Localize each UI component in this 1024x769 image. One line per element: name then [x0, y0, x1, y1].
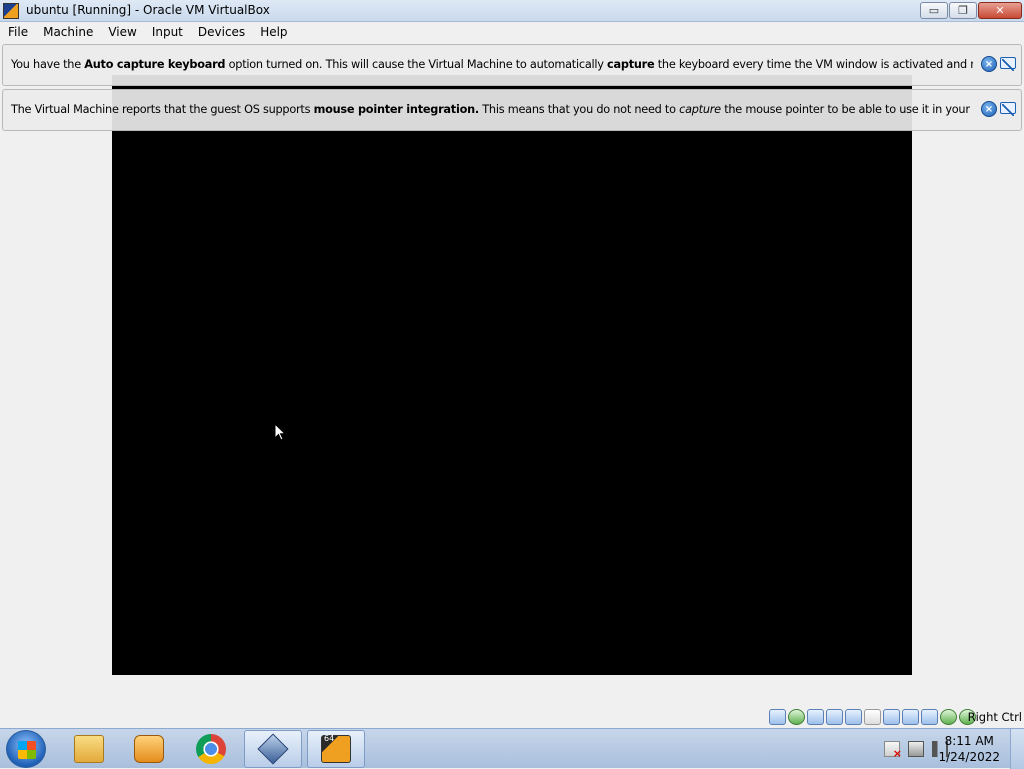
vm-display-area: You have the Auto capture keyboard optio…	[0, 42, 1024, 706]
notice-text-part: mouse pointer integration.	[313, 103, 480, 116]
taskbar-virtualbox-vm[interactable]: 64	[307, 730, 365, 768]
close-button[interactable]: ✕	[978, 2, 1022, 19]
title-bar[interactable]: ubuntu [Running] - Oracle VM VirtualBox …	[0, 0, 1024, 22]
taskbar: 64 8:11 AM 1/24/2022	[0, 728, 1024, 769]
taskbar-explorer[interactable]	[60, 730, 118, 768]
virtualbox-vm-icon	[3, 3, 19, 19]
vm-badge: 64	[324, 734, 335, 743]
usb-icon[interactable]	[845, 709, 862, 725]
speech-bubble-icon[interactable]	[999, 56, 1017, 72]
window-title: ubuntu [Running] - Oracle VM VirtualBox	[26, 3, 270, 17]
windows-logo-icon	[18, 741, 36, 759]
folder-icon	[74, 735, 104, 763]
notice-text: You have the Auto capture keyboard optio…	[11, 58, 973, 71]
taskbar-virtualbox[interactable]	[244, 730, 302, 768]
notice-text-part: The Virtual Machine reports that the gue…	[11, 103, 314, 116]
cpu-icon[interactable]	[940, 709, 957, 725]
start-button[interactable]	[6, 730, 46, 768]
notice-text-part: You have the	[11, 58, 85, 71]
clock-date: 1/24/2022	[938, 750, 1000, 764]
notice-text-part: capture	[607, 58, 655, 71]
shared-folders-icon[interactable]	[864, 709, 881, 725]
hard-disk-icon[interactable]	[769, 709, 786, 725]
network-icon[interactable]	[908, 741, 924, 757]
network-icon[interactable]	[826, 709, 843, 725]
mouse-integration-notice: The Virtual Machine reports that the gue…	[2, 89, 1022, 131]
action-center-flag-icon[interactable]	[884, 741, 902, 760]
notice-text-part: the mouse pointer to be able to use it i…	[724, 103, 973, 116]
taskbar-media-player[interactable]	[120, 730, 178, 768]
menu-file[interactable]: File	[0, 22, 35, 42]
minimize-button[interactable]: ▭	[920, 2, 948, 19]
menu-machine[interactable]: Machine	[35, 22, 100, 42]
speech-bubble-icon[interactable]	[999, 101, 1017, 117]
host-key-label: Right Ctrl	[967, 710, 1022, 724]
notice-text: The Virtual Machine reports that the gue…	[11, 103, 973, 116]
media-player-icon	[134, 735, 164, 763]
vm-screen[interactable]	[112, 75, 912, 675]
window-controls: ▭ ❐ ✕	[920, 2, 1022, 19]
show-desktop-button[interactable]	[1010, 729, 1024, 769]
display-icon[interactable]	[883, 709, 900, 725]
audio-icon[interactable]	[807, 709, 824, 725]
close-icon[interactable]: ×	[981, 56, 997, 72]
video-capture-icon[interactable]	[902, 709, 919, 725]
notice-text-part: capture	[679, 103, 721, 116]
menu-view[interactable]: View	[100, 22, 143, 42]
chrome-icon	[196, 734, 226, 764]
keyboard-capture-notice: You have the Auto capture keyboard optio…	[2, 44, 1022, 86]
restore-button[interactable]: ❐	[949, 2, 977, 19]
menu-bar: File Machine View Input Devices Help	[0, 22, 1024, 42]
notice-text-part: the keyboard every time the VM window is…	[657, 58, 973, 71]
menu-input[interactable]: Input	[144, 22, 190, 42]
menu-devices[interactable]: Devices	[190, 22, 252, 42]
virtualization-icon[interactable]	[921, 709, 938, 725]
menu-help[interactable]: Help	[252, 22, 294, 42]
clock-time: 8:11 AM	[944, 734, 994, 748]
optical-drive-icon[interactable]	[788, 709, 805, 725]
notice-text-part: Auto capture keyboard	[84, 58, 226, 71]
clock[interactable]: 8:11 AM 1/24/2022	[938, 733, 1000, 765]
notice-text-part: option turned on. This will cause the Vi…	[225, 58, 608, 71]
taskbar-chrome[interactable]	[182, 730, 240, 768]
notice-text-part: This means that you do not need to	[478, 103, 680, 116]
virtualbox-icon	[257, 733, 289, 765]
status-bar: Right Ctrl	[0, 706, 1024, 728]
close-icon[interactable]: ×	[981, 101, 997, 117]
